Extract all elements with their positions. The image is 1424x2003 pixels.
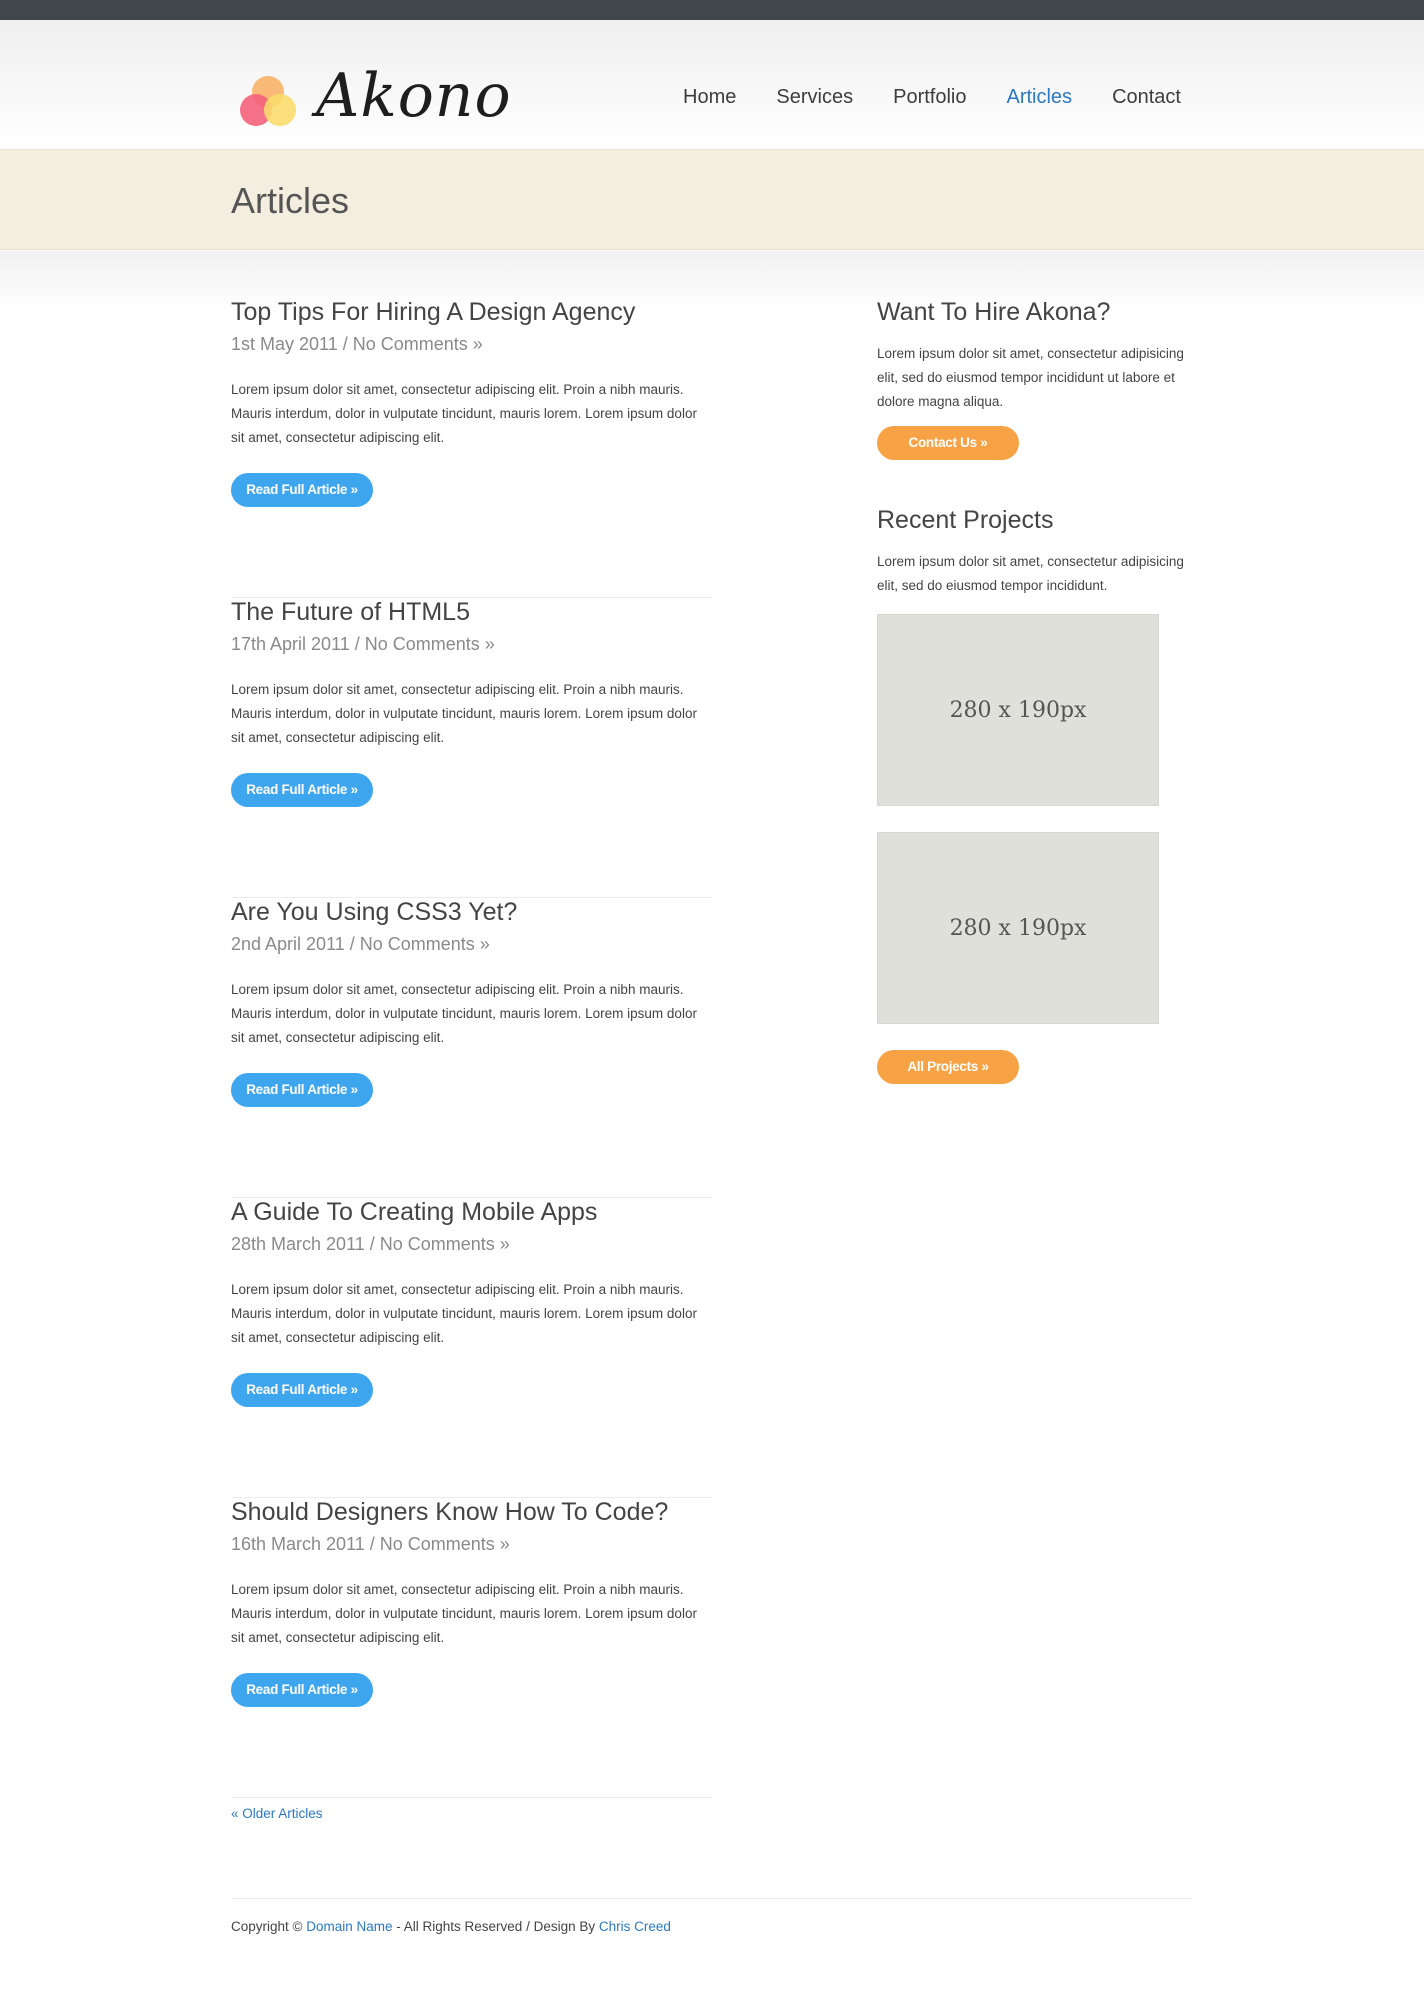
page-banner: Articles bbox=[0, 150, 1424, 250]
article-title[interactable]: The Future of HTML5 bbox=[231, 598, 470, 627]
page-title: Articles bbox=[231, 180, 350, 221]
article-item: A Guide To Creating Mobile Apps 28th Mar… bbox=[231, 1198, 713, 1498]
thumbnail-placeholder-label: 280 x 190px bbox=[949, 915, 1087, 941]
project-thumbnail[interactable]: 280 x 190px bbox=[877, 832, 1159, 1024]
article-excerpt: Lorem ipsum dolor sit amet, consectetur … bbox=[231, 1282, 697, 1345]
article-excerpt: Lorem ipsum dolor sit amet, consectetur … bbox=[231, 682, 697, 745]
contact-us-button[interactable]: Contact Us » bbox=[877, 426, 1019, 460]
site-logo[interactable]: Akono bbox=[240, 56, 511, 140]
logo-text: Akono bbox=[316, 61, 512, 131]
article-title[interactable]: A Guide To Creating Mobile Apps bbox=[231, 1198, 597, 1227]
hire-title: Want To Hire Akona? bbox=[877, 298, 1111, 326]
article-meta[interactable]: 17th April 2011 / No Comments » bbox=[231, 634, 495, 655]
recent-projects-text: Lorem ipsum dolor sit amet, consectetur … bbox=[877, 554, 1184, 593]
main-nav: Home Services Portfolio Articles Contact bbox=[683, 86, 1181, 109]
copyright-text: Copyright © Domain Name - All Rights Res… bbox=[231, 1919, 671, 1934]
designer-link[interactable]: Chris Creed bbox=[599, 1919, 671, 1934]
read-full-article-button[interactable]: Read Full Article » bbox=[231, 773, 373, 807]
article-item: The Future of HTML5 17th April 2011 / No… bbox=[231, 598, 713, 898]
site-header: Akono Home Services Portfolio Articles C… bbox=[0, 20, 1424, 150]
domain-name-link[interactable]: Domain Name bbox=[306, 1919, 392, 1934]
hire-widget: Want To Hire Akona? Lorem ipsum dolor si… bbox=[877, 298, 1197, 460]
nav-item-contact[interactable]: Contact bbox=[1112, 86, 1181, 109]
copyright-middle: - All Rights Reserved / Design By bbox=[392, 1919, 599, 1934]
article-meta[interactable]: 16th March 2011 / No Comments » bbox=[231, 1534, 510, 1555]
article-item: Should Designers Know How To Code? 16th … bbox=[231, 1498, 713, 1798]
nav-item-services[interactable]: Services bbox=[776, 86, 853, 109]
read-full-article-button[interactable]: Read Full Article » bbox=[231, 1673, 373, 1707]
article-item: Are You Using CSS3 Yet? 2nd April 2011 /… bbox=[231, 898, 713, 1198]
article-meta[interactable]: 1st May 2011 / No Comments » bbox=[231, 334, 483, 355]
sidebar: Want To Hire Akona? Lorem ipsum dolor si… bbox=[877, 298, 1197, 1084]
nav-item-home[interactable]: Home bbox=[683, 86, 736, 109]
copyright-prefix: Copyright © bbox=[231, 1919, 307, 1934]
article-excerpt: Lorem ipsum dolor sit amet, consectetur … bbox=[231, 382, 697, 445]
read-full-article-button[interactable]: Read Full Article » bbox=[231, 1373, 373, 1407]
hire-text: Lorem ipsum dolor sit amet, consectetur … bbox=[877, 346, 1184, 409]
article-excerpt: Lorem ipsum dolor sit amet, consectetur … bbox=[231, 982, 697, 1045]
nav-item-articles[interactable]: Articles bbox=[1006, 86, 1072, 109]
read-full-article-button[interactable]: Read Full Article » bbox=[231, 473, 373, 507]
site-footer: Copyright © Domain Name - All Rights Res… bbox=[231, 1898, 1193, 1958]
article-item: Top Tips For Hiring A Design Agency 1st … bbox=[231, 298, 713, 598]
recent-projects-title: Recent Projects bbox=[877, 506, 1054, 534]
all-projects-button[interactable]: All Projects » bbox=[877, 1050, 1019, 1084]
thumbnail-placeholder-label: 280 x 190px bbox=[949, 697, 1087, 723]
article-meta[interactable]: 2nd April 2011 / No Comments » bbox=[231, 934, 490, 955]
recent-projects-widget: Recent Projects Lorem ipsum dolor sit am… bbox=[877, 506, 1197, 1084]
article-title[interactable]: Top Tips For Hiring A Design Agency bbox=[231, 298, 635, 327]
article-title[interactable]: Are You Using CSS3 Yet? bbox=[231, 898, 517, 927]
article-list: Top Tips For Hiring A Design Agency 1st … bbox=[231, 298, 713, 1798]
logo-circles-icon bbox=[240, 76, 300, 128]
article-title[interactable]: Should Designers Know How To Code? bbox=[231, 1498, 668, 1527]
older-articles-link[interactable]: « Older Articles bbox=[231, 1806, 323, 1821]
nav-item-portfolio[interactable]: Portfolio bbox=[893, 86, 966, 109]
project-thumbnail[interactable]: 280 x 190px bbox=[877, 614, 1159, 806]
top-bar bbox=[0, 0, 1424, 20]
article-meta[interactable]: 28th March 2011 / No Comments » bbox=[231, 1234, 510, 1255]
read-full-article-button[interactable]: Read Full Article » bbox=[231, 1073, 373, 1107]
article-excerpt: Lorem ipsum dolor sit amet, consectetur … bbox=[231, 1582, 697, 1645]
